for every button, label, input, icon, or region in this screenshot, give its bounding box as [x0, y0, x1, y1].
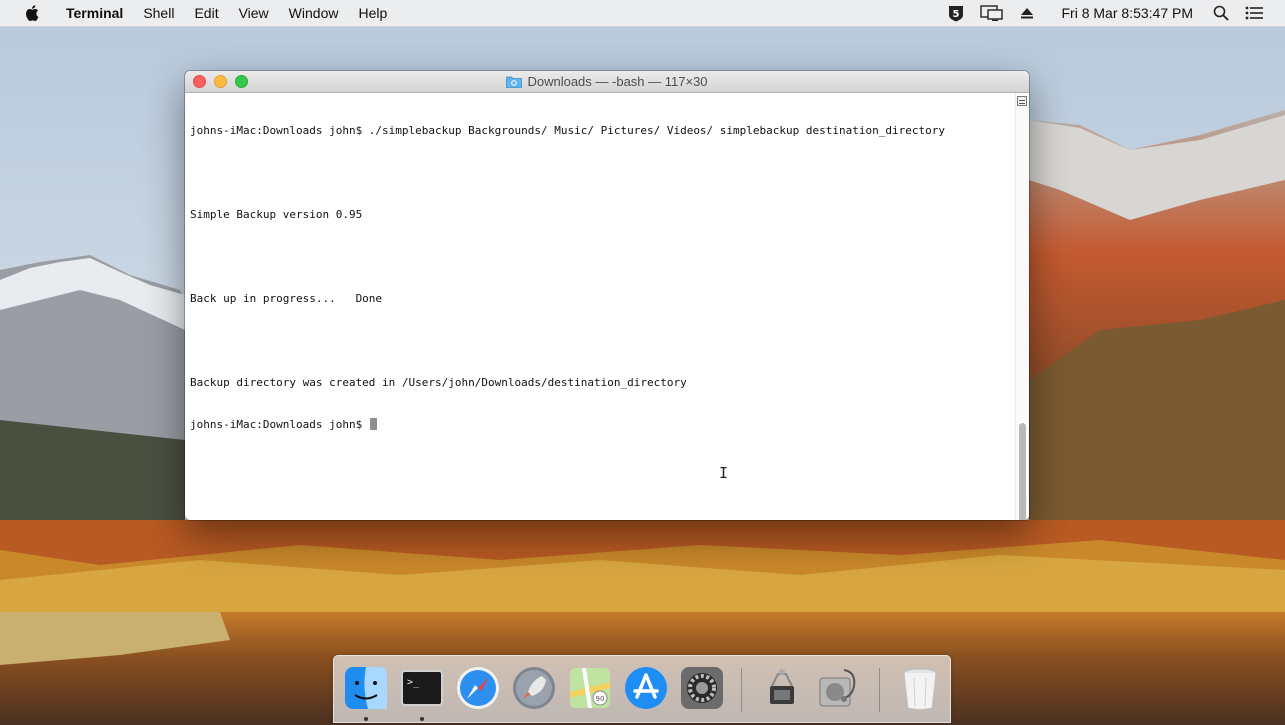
window-title-text: Downloads — -bash — 117×30: [527, 74, 708, 89]
dock-separator: [879, 668, 880, 712]
disk-utility-icon[interactable]: [814, 664, 862, 712]
terminal-prompt: johns-iMac:Downloads john$: [190, 418, 369, 431]
terminal-line: Simple Backup version 0.95: [190, 208, 363, 221]
minimize-button[interactable]: [214, 75, 227, 88]
trash-icon[interactable]: [896, 664, 944, 712]
window-title: Downloads — -bash — 117×30: [506, 74, 708, 89]
svg-text:5: 5: [952, 9, 959, 20]
svg-text:>_: >_: [407, 677, 420, 688]
list-icon[interactable]: [1245, 6, 1263, 20]
window-controls: [193, 75, 248, 88]
svg-text:90: 90: [596, 695, 605, 703]
menu-help[interactable]: Help: [348, 0, 397, 27]
maximize-button[interactable]: [235, 75, 248, 88]
menu-app-name[interactable]: Terminal: [56, 0, 133, 27]
terminal-line: johns-iMac:Downloads john$ ./simplebacku…: [190, 124, 945, 137]
system-preferences-icon[interactable]: [678, 664, 726, 712]
dock: >_ 90: [333, 655, 951, 723]
close-button[interactable]: [193, 75, 206, 88]
terminal-output[interactable]: johns-iMac:Downloads john$ ./simplebacku…: [185, 93, 1015, 520]
shield-5-icon[interactable]: 5: [948, 5, 964, 22]
scrollbar-thumb[interactable]: [1019, 423, 1026, 520]
display-icon[interactable]: [979, 5, 1004, 21]
dock-separator: [741, 668, 742, 712]
finder-icon[interactable]: [342, 664, 390, 721]
menu-window[interactable]: Window: [279, 0, 349, 27]
folder-icon: [506, 75, 523, 88]
split-pane-button[interactable]: [1017, 96, 1027, 106]
search-icon[interactable]: [1213, 5, 1229, 21]
terminal-line: Backup directory was created in /Users/j…: [190, 376, 687, 389]
menu-shell[interactable]: Shell: [133, 0, 184, 27]
launchpad-icon[interactable]: [510, 664, 558, 712]
menu-clock[interactable]: Fri 8 Mar 8:53:47 PM: [1062, 5, 1194, 21]
app-store-icon[interactable]: [622, 664, 670, 712]
ibeam-cursor-icon: I: [719, 464, 729, 482]
running-indicator: [364, 717, 368, 721]
maps-icon[interactable]: 90: [566, 664, 614, 712]
apple-icon[interactable]: [20, 5, 44, 21]
menu-bar: Terminal Shell Edit View Window Help 5 F…: [0, 0, 1285, 27]
terminal-line: Back up in progress... Done: [190, 292, 383, 305]
terminal-icon[interactable]: >_: [398, 664, 446, 721]
eject-icon[interactable]: [1020, 6, 1034, 20]
safari-icon[interactable]: [454, 664, 502, 712]
menu-view[interactable]: View: [229, 0, 279, 27]
system-information-icon[interactable]: [758, 664, 806, 712]
terminal-prompt-line[interactable]: johns-iMac:Downloads john$: [190, 418, 1010, 432]
terminal-scrollbar[interactable]: [1015, 93, 1029, 520]
menu-edit[interactable]: Edit: [184, 0, 228, 27]
text-cursor: [369, 418, 377, 430]
terminal-window[interactable]: Downloads — -bash — 117×30 johns-iMac:Do…: [185, 71, 1029, 520]
window-titlebar[interactable]: Downloads — -bash — 117×30: [185, 71, 1029, 93]
running-indicator: [420, 717, 424, 721]
